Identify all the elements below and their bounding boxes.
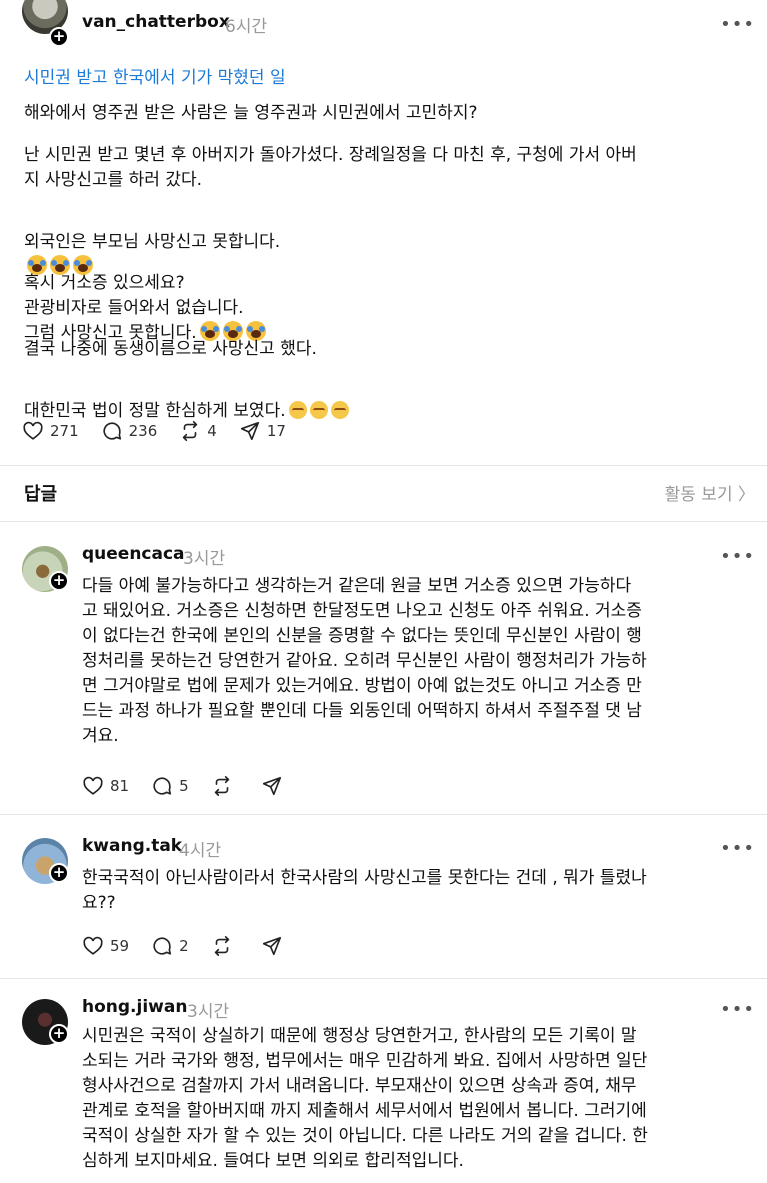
repost-count: 4 — [207, 422, 217, 440]
like-button[interactable]: 271 — [22, 420, 79, 442]
comment-count: 5 — [179, 777, 189, 795]
repost-button[interactable] — [211, 775, 239, 797]
like-count: 271 — [50, 422, 79, 440]
like-button[interactable]: 81 — [82, 775, 129, 797]
post-username[interactable]: van_chatterbox — [82, 12, 230, 32]
heart-icon — [83, 776, 103, 795]
repost-icon — [214, 776, 229, 796]
comment-button[interactable]: 236 — [101, 420, 158, 442]
share-button[interactable] — [261, 775, 289, 797]
comment-count: 2 — [179, 937, 189, 955]
comment-button[interactable]: 5 — [151, 775, 189, 797]
reply-time: 4시간 — [179, 841, 222, 861]
post-link-title[interactable]: 시민권 받고 한국에서 기가 막혔던 일 — [24, 63, 286, 88]
post-more-icon[interactable]: ••• — [720, 14, 755, 35]
post-time: 6시간 — [225, 17, 268, 37]
follow-plus-icon[interactable]: + — [49, 863, 69, 883]
reply-time: 3시간 — [187, 1002, 230, 1022]
follow-plus-icon[interactable]: + — [49, 571, 69, 591]
heart-icon — [83, 936, 103, 955]
reply-text: 한국국적이 아닌사람이라서 한국사람의 사망신고를 못한다는 건데 , 뭐가 틀… — [82, 868, 647, 913]
post-paragraph-6-text: 대한민국 법이 정말 한심하게 보였다. — [24, 401, 286, 421]
comment-icon — [153, 777, 172, 795]
comment-icon — [153, 937, 172, 955]
comment-count: 236 — [128, 422, 158, 440]
reply-actions: 59 2 — [82, 935, 311, 957]
share-button[interactable]: 17 — [239, 420, 286, 442]
like-count: 81 — [110, 777, 130, 795]
reply-username[interactable]: hong.jiwan — [82, 997, 187, 1017]
share-icon — [262, 776, 281, 796]
comment-icon — [103, 422, 121, 440]
view-activity-link[interactable]: 활동 보기 〉 — [665, 480, 755, 505]
reply-actions: 81 5 — [82, 775, 311, 797]
reply-more-icon[interactable]: ••• — [720, 838, 755, 859]
reply-item: + kwang.tak 4시간 ••• 한국국적이 아닌사람이라서 한국사람의 … — [0, 815, 767, 979]
reply-text: 시민권은 국적이 상실하기 때문에 행정상 당연한거고, 한사람의 모든 기록이… — [82, 1026, 648, 1171]
share-icon — [262, 936, 281, 956]
post-paragraph-1: 해와에서 영주권 받은 사람은 늘 영주권과 시민권에서 고민하지? — [24, 103, 478, 123]
reply-time: 3시간 — [183, 549, 226, 569]
post-actions: 271 236 4 17 — [22, 420, 308, 442]
weary-face-icon — [288, 401, 307, 419]
reply-text: 다들 아예 불가능하다고 생각하는거 같은데 원글 보면 거소증 있으면 가능하… — [82, 576, 647, 746]
post-paragraph-6: 대한민국 법이 정말 한심하게 보였다. — [24, 374, 759, 424]
like-count: 59 — [110, 937, 130, 955]
repost-button[interactable]: 4 — [179, 420, 217, 442]
reply-item: + queencaca 3시간 ••• 다들 아예 불가능하다고 생각하는거 같… — [0, 523, 767, 815]
post-paragraph-5: 결국 나중에 동생이름으로 사망신고 했다. — [24, 339, 317, 359]
weary-face-icon — [330, 401, 349, 419]
reply-more-icon[interactable]: ••• — [720, 999, 755, 1020]
reply-username[interactable]: queencaca — [82, 544, 185, 564]
reply-more-icon[interactable]: ••• — [720, 546, 755, 567]
like-button[interactable]: 59 — [82, 935, 129, 957]
weary-face-icon — [309, 401, 328, 419]
comment-button[interactable]: 2 — [151, 935, 189, 957]
share-icon — [240, 421, 259, 441]
main-post: + van_chatterbox 6시간 ••• 시민권 받고 한국에서 기가 … — [0, 0, 767, 466]
follow-plus-icon[interactable]: + — [49, 1024, 69, 1044]
follow-plus-icon[interactable]: + — [49, 27, 69, 47]
post-paragraph-2: 난 시민권 받고 몇년 후 아버지가 돌아가셨다. 장례일정을 다 마친 후, … — [24, 145, 637, 190]
repost-icon — [183, 421, 198, 441]
replies-header: 답글 활동 보기 〉 — [0, 466, 767, 522]
share-count: 17 — [266, 422, 286, 440]
reply-item: + hong.jiwan 3시간 ••• 시민권은 국적이 상실하기 때문에 행… — [0, 979, 767, 1183]
repost-button[interactable] — [211, 935, 239, 957]
heart-icon — [23, 421, 43, 440]
reply-username[interactable]: kwang.tak — [82, 836, 182, 856]
post-paragraph-4: 혹시 거소증 있으세요? 관광비자로 들어와서 없습니다. 그럼 사망신고 못합… — [24, 246, 759, 346]
share-button[interactable] — [261, 935, 289, 957]
repost-icon — [214, 936, 229, 956]
replies-title: 답글 — [24, 484, 58, 505]
